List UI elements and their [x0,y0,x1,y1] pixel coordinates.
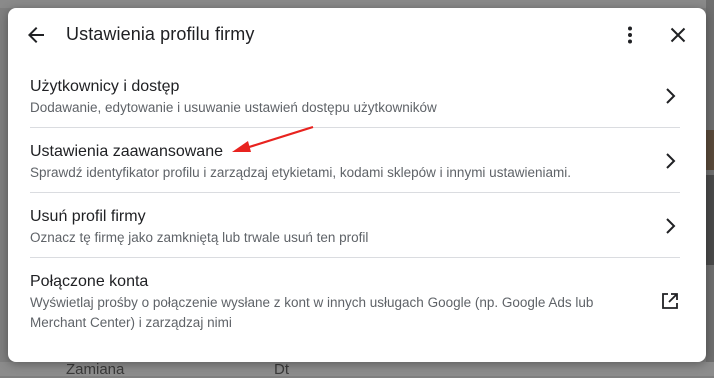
chevron-right-icon [666,218,676,234]
menu-item-description: Dodawanie, edytowanie i usuwanie ustawie… [30,100,437,115]
chevron-right-icon [666,88,676,104]
menu-item-advanced-settings[interactable]: Ustawienia zaawansowane Sprawdź identyfi… [30,141,680,191]
menu-item-description: Oznacz tę firmę jako zamkniętą lub trwal… [30,230,369,245]
menu-item-linked-accounts[interactable]: Połączone konta Wyświetlaj prośby o połą… [30,271,680,335]
divider [30,127,680,128]
menu-item-label: Użytkownicy i dostęp [30,78,180,95]
background-text-zamiana: Zamiana [66,361,125,378]
more-options-button[interactable] [616,21,644,49]
menu-item-label: Ustawienia zaawansowane [30,143,223,160]
menu-item-label: Usuń profil firmy [30,208,146,225]
background-page-right [706,0,714,376]
background-page-top [0,0,714,8]
back-button[interactable] [22,21,50,49]
arrow-back-icon [28,27,44,43]
menu-item-description: Sprawdź identyfikator profilu i zarządza… [30,165,571,180]
close-button[interactable] [664,21,692,49]
menu-item-description-line1: Wyświetlaj prośby o połączenie wysłane z… [30,295,594,310]
background-text-dt: Dt [274,361,289,378]
more-vert-icon [628,26,632,44]
divider [30,192,680,193]
menu-item-users-and-access[interactable]: Użytkownicy i dostęp Dodawanie, edytowan… [30,76,680,126]
close-icon [670,27,686,43]
menu-item-delete-business-profile[interactable]: Usuń profil firmy Oznacz tę firmę jako z… [30,206,680,256]
divider [30,257,680,258]
menu-item-description-line2: Merchant Center) i zarządzaj nimi [30,315,232,330]
business-profile-settings-dialog: Ustawienia profilu firmy Użytkownicy i d… [8,8,706,362]
chevron-right-icon [666,153,676,169]
dialog-title: Ustawienia profilu firmy [66,24,255,44]
dialog-header: Ustawienia profilu firmy [8,8,706,64]
open-in-new-icon[interactable] [660,291,680,311]
menu-item-label: Połączone konta [30,273,149,290]
